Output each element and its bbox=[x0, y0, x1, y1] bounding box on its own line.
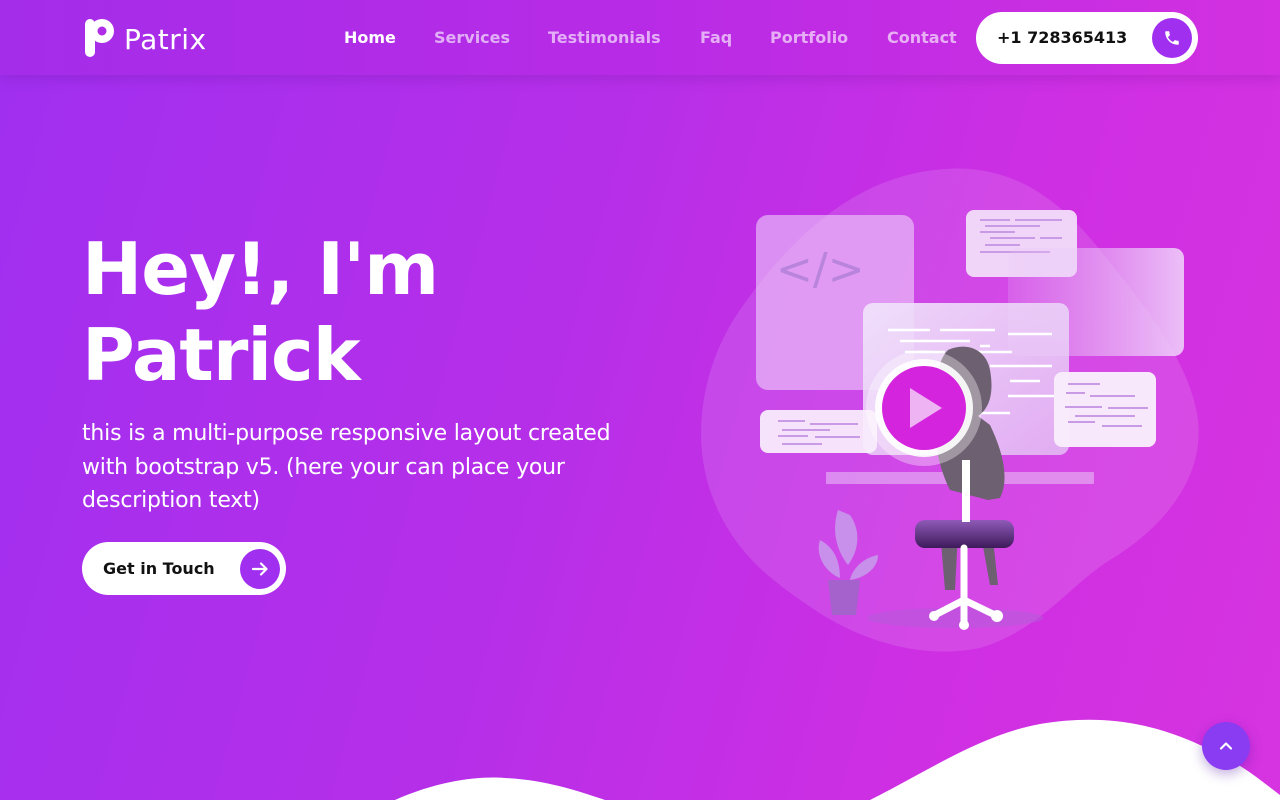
chair-back bbox=[962, 460, 970, 522]
nav-link-portfolio[interactable]: Portfolio bbox=[770, 28, 848, 47]
phone-icon bbox=[1165, 31, 1179, 45]
back-to-top-button[interactable] bbox=[1202, 722, 1250, 770]
hero-illustration: </> bbox=[701, 168, 1199, 652]
hero-title-line2: Patrick bbox=[82, 313, 361, 397]
nav-link-testimonials[interactable]: Testimonials bbox=[548, 28, 661, 47]
nav-link-services[interactable]: Services bbox=[434, 28, 510, 47]
logo-mark-icon bbox=[85, 19, 114, 57]
hero-description: this is a multi-purpose responsive layou… bbox=[82, 421, 611, 513]
nav-link-faq[interactable]: Faq bbox=[700, 28, 732, 47]
cta-icon-circle bbox=[240, 549, 280, 589]
cta-label: Get in Touch bbox=[103, 559, 215, 578]
chair-wheel bbox=[929, 611, 939, 621]
hero-title: Hey!, I'm Patrick bbox=[82, 226, 642, 398]
chair-wheel bbox=[959, 620, 969, 630]
brand-logo[interactable]: Patrix bbox=[84, 17, 214, 59]
brand-name: Patrix bbox=[124, 23, 207, 56]
arrow-right-icon bbox=[251, 562, 268, 576]
nav-link-contact[interactable]: Contact bbox=[887, 28, 957, 47]
navbar: Patrix Home Services Testimonials Faq Po… bbox=[0, 0, 1280, 75]
chair-seat bbox=[915, 520, 1014, 548]
bottom-wave bbox=[395, 719, 1280, 800]
phone-button[interactable]: +1 728365413 bbox=[976, 12, 1198, 64]
get-in-touch-button[interactable]: Get in Touch bbox=[82, 542, 286, 595]
phone-icon-circle bbox=[1152, 18, 1192, 58]
floor-shadow bbox=[867, 608, 1043, 628]
nav-link-home[interactable]: Home bbox=[344, 28, 396, 47]
chevron-up-icon bbox=[1219, 742, 1233, 750]
plant-pot bbox=[828, 580, 860, 615]
code-symbol-text: </> bbox=[776, 244, 865, 295]
hero-title-line1: Hey!, I'm bbox=[82, 227, 439, 311]
chair-wheel bbox=[991, 610, 1003, 622]
left-note-card bbox=[760, 410, 877, 453]
phone-number: +1 728365413 bbox=[997, 28, 1128, 47]
